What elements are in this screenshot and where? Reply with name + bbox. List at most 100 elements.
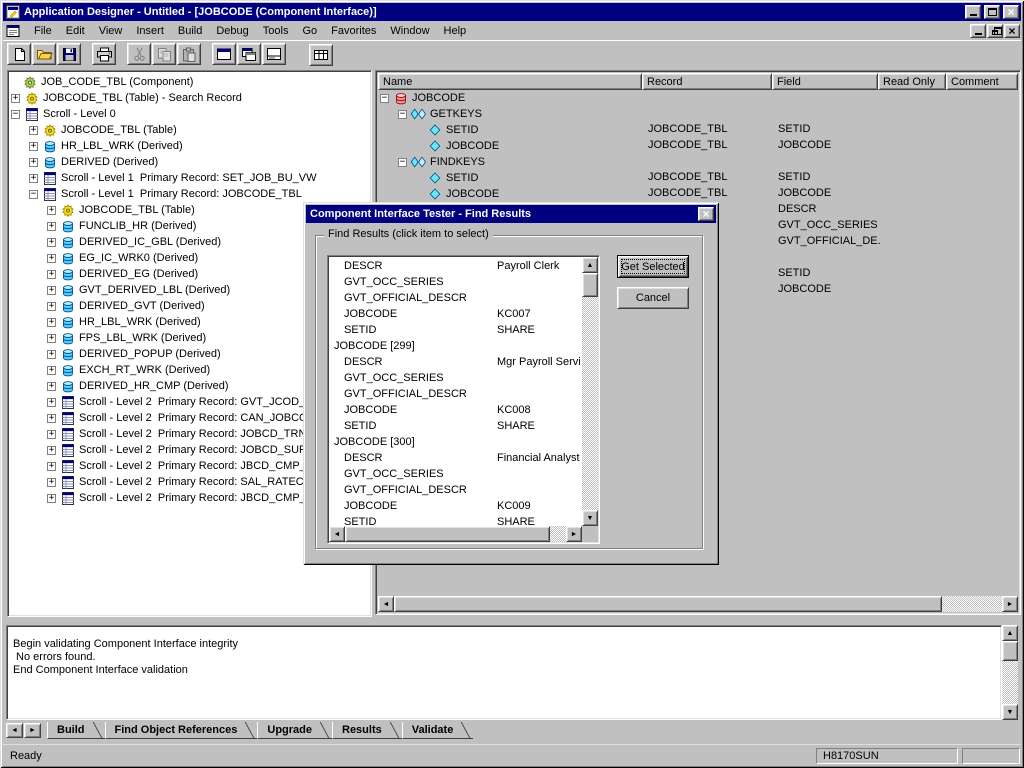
find-result-row[interactable]: SETID SHARE	[330, 322, 581, 338]
tree-expander[interactable]: +	[47, 238, 56, 247]
find-result-row[interactable]: DESCR Mgr Payroll Servic..	[330, 354, 581, 370]
mdi-close-button[interactable]: ×	[1004, 24, 1020, 38]
open-folder-button[interactable]	[32, 43, 56, 65]
print-button[interactable]	[92, 43, 116, 65]
tree-item[interactable]: + DERIVED (Derived)	[9, 154, 370, 170]
tree-expander[interactable]: −	[11, 110, 20, 119]
find-result-row[interactable]: GVT_OCC_SERIES	[330, 274, 581, 290]
menu-window[interactable]: Window	[383, 22, 436, 39]
tree-expander[interactable]: +	[47, 414, 56, 423]
grid-expander[interactable]: −	[380, 94, 389, 103]
scrollbar-thumb[interactable]	[394, 596, 942, 612]
tree-expander[interactable]: +	[47, 254, 56, 263]
maximize-button[interactable]	[984, 5, 1000, 19]
close-button[interactable]: ×	[1003, 5, 1019, 19]
find-result-row[interactable]: SETID SHARE	[330, 418, 581, 434]
menu-file[interactable]: File	[27, 22, 59, 39]
properties-window-button[interactable]	[212, 43, 236, 65]
tree-expander[interactable]: +	[29, 142, 38, 151]
mdi-restore-button[interactable]	[987, 24, 1003, 38]
output-vertical-scrollbar[interactable]: ▲ ▼	[1002, 625, 1018, 720]
save-button[interactable]	[57, 43, 81, 65]
object-workspace-button[interactable]	[237, 43, 261, 65]
output-text-area[interactable]: Begin validating Component Interface int…	[6, 625, 1002, 720]
tab-results[interactable]: Results	[332, 722, 402, 739]
tree-expander[interactable]: +	[47, 446, 56, 455]
find-result-row[interactable]: GVT_OCC_SERIES	[330, 370, 581, 386]
find-result-row[interactable]: SETID SHARE	[330, 514, 581, 525]
scroll-down-button[interactable]: ▼	[582, 510, 598, 526]
grid-row[interactable]: − JOBCODE	[378, 90, 1018, 106]
scroll-right-button[interactable]: ►	[566, 526, 582, 542]
tree-item[interactable]: + JOBCODE_TBL (Table) - Search Record	[9, 90, 370, 106]
column-header-record[interactable]: Record	[642, 73, 772, 90]
menu-help[interactable]: Help	[437, 22, 474, 39]
scroll-down-button[interactable]: ▼	[1002, 704, 1018, 720]
tree-expander[interactable]: +	[47, 206, 56, 215]
tree-expander[interactable]: −	[29, 190, 38, 199]
tree-expander[interactable]: +	[47, 382, 56, 391]
list-vertical-scrollbar[interactable]: ▲ ▼	[582, 257, 598, 526]
menu-insert[interactable]: Insert	[129, 22, 171, 39]
tree-expander[interactable]: +	[47, 398, 56, 407]
tree-expander[interactable]: +	[47, 318, 56, 327]
tree-item[interactable]: − Scroll - Level 0	[9, 106, 370, 122]
output-window-button[interactable]	[262, 43, 286, 65]
tree-expander[interactable]: +	[47, 270, 56, 279]
tree-expander[interactable]: +	[11, 94, 20, 103]
grid-expander[interactable]: −	[398, 158, 407, 167]
grid-row[interactable]: SETID JOBCODE_TBL SETID	[378, 170, 1018, 186]
cancel-button[interactable]: Cancel	[617, 287, 689, 309]
find-result-row[interactable]: JOBCODE [299]	[330, 338, 581, 354]
tree-expander[interactable]: +	[47, 478, 56, 487]
scrollbar-thumb[interactable]	[345, 526, 550, 542]
tree-expander[interactable]: +	[47, 350, 56, 359]
grid-horizontal-scrollbar[interactable]: ◄ ►	[378, 596, 1018, 612]
find-result-row[interactable]: JOBCODE KC007	[330, 306, 581, 322]
tree-expander[interactable]: +	[47, 462, 56, 471]
menu-build[interactable]: Build	[171, 22, 209, 39]
tree-expander[interactable]: +	[29, 158, 38, 167]
tree-item[interactable]: + HR_LBL_WRK (Derived)	[9, 138, 370, 154]
tree-expander[interactable]: +	[47, 334, 56, 343]
menu-tools[interactable]: Tools	[256, 22, 296, 39]
tree-expander[interactable]: +	[47, 286, 56, 295]
grid-expander[interactable]: −	[398, 110, 407, 119]
column-header-comment[interactable]: Comment	[946, 73, 1018, 90]
scroll-up-button[interactable]: ▲	[582, 257, 598, 273]
scrollbar-thumb[interactable]	[1002, 641, 1018, 661]
tab-build[interactable]: Build	[47, 722, 105, 739]
scroll-left-button[interactable]: ◄	[329, 526, 345, 542]
scroll-right-button[interactable]: ►	[1002, 596, 1018, 612]
find-result-row[interactable]: DESCR Financial Analyst	[330, 450, 581, 466]
tab-scroll-right-button[interactable]: ►	[24, 723, 41, 738]
column-header-field[interactable]: Field	[772, 73, 878, 90]
grid-row[interactable]: − GETKEYS	[378, 106, 1018, 122]
find-result-row[interactable]: GVT_OCC_SERIES	[330, 466, 581, 482]
dialog-titlebar[interactable]: Component Interface Tester - Find Result…	[306, 205, 716, 223]
tree-item[interactable]: JOB_CODE_TBL (Component)	[9, 74, 370, 90]
find-results-list[interactable]: DESCR Payroll Clerk GVT_OCC_SERIES GVT_O…	[327, 255, 600, 544]
tab-scroll-left-button[interactable]: ◄	[6, 723, 23, 738]
menu-favorites[interactable]: Favorites	[324, 22, 383, 39]
tree-expander[interactable]: +	[47, 430, 56, 439]
grid-row[interactable]: JOBCODE JOBCODE_TBL JOBCODE	[378, 138, 1018, 154]
get-selected-button[interactable]: Get Selected	[617, 255, 689, 278]
menu-debug[interactable]: Debug	[209, 22, 255, 39]
scroll-up-button[interactable]: ▲	[1002, 625, 1018, 641]
tree-expander[interactable]: +	[47, 494, 56, 503]
find-result-row[interactable]: JOBCODE KC009	[330, 498, 581, 514]
menu-edit[interactable]: Edit	[59, 22, 92, 39]
grid-row[interactable]: − FINDKEYS	[378, 154, 1018, 170]
window-titlebar[interactable]: Application Designer - Untitled - [JOBCO…	[3, 3, 1021, 21]
tree-item[interactable]: + JOBCODE_TBL (Table)	[9, 122, 370, 138]
tree-item[interactable]: − Scroll - Level 1 Primary Record: JOBCO…	[9, 186, 370, 202]
tab-upgrade[interactable]: Upgrade	[257, 722, 332, 739]
tab-find-object-references[interactable]: Find Object References	[105, 722, 258, 739]
find-result-row[interactable]: DESCR Payroll Clerk	[330, 258, 581, 274]
minimize-button[interactable]	[965, 5, 981, 19]
find-result-row[interactable]: JOBCODE [300]	[330, 434, 581, 450]
grid-row[interactable]: SETID JOBCODE_TBL SETID	[378, 122, 1018, 138]
tree-expander[interactable]: +	[29, 126, 38, 135]
menu-view[interactable]: View	[92, 22, 130, 39]
